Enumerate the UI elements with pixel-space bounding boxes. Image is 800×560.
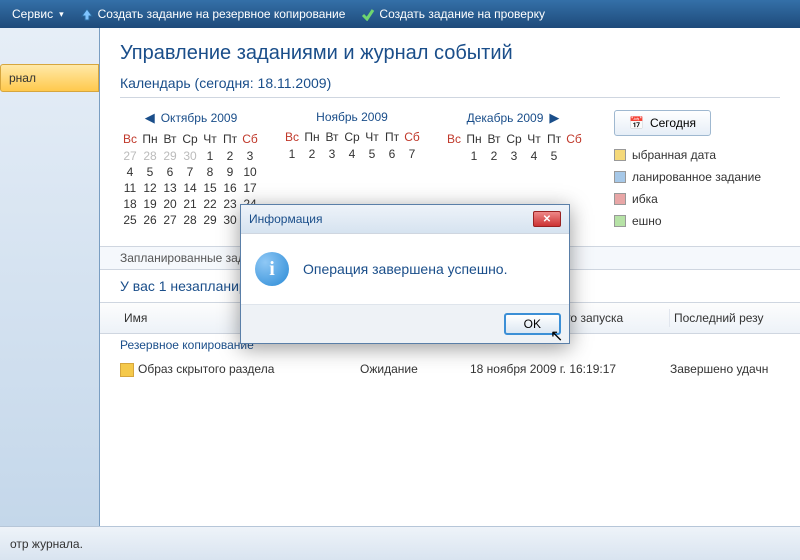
sidebar: рнал — [0, 28, 100, 526]
task-icon — [120, 363, 134, 377]
calendar-next-month: Декабрь 2009▶ ВсПнВтСрЧтПтСб 12345 — [444, 110, 584, 164]
page-title: Управление заданиями и журнал событий — [120, 42, 780, 65]
info-dialog: Информация ✕ i Операция завершена успешн… — [240, 204, 570, 344]
calendar-legend: ыбранная дата ланированное задание ибка … — [614, 148, 761, 228]
info-icon: i — [255, 252, 289, 286]
arrow-up-icon — [80, 7, 94, 21]
menu-service[interactable]: Сервис▾ — [4, 5, 72, 23]
calendar-next-button[interactable]: ▶ — [547, 110, 561, 126]
col-result[interactable]: Последний резу — [670, 309, 780, 327]
today-button[interactable]: 📅 Сегодня — [614, 110, 711, 136]
calendar-prev-month: ◀Октябрь 2009 ВсПнВтСрЧтПтСб 27282930123… — [120, 110, 260, 228]
dialog-message: Операция завершена успешно. — [303, 261, 507, 277]
dialog-title: Информация — [249, 212, 322, 226]
tab-planned[interactable]: Запланированные задан — [120, 251, 258, 265]
sidebar-tab-journal[interactable]: рнал — [0, 64, 99, 92]
calendar-icon: 📅 — [629, 116, 644, 130]
dialog-ok-button[interactable]: OK — [504, 313, 561, 335]
dialog-close-button[interactable]: ✕ — [533, 211, 561, 227]
toolbar-create-backup[interactable]: Создать задание на резервное копирование — [72, 5, 354, 23]
calendar-prev-button[interactable]: ◀ — [143, 110, 157, 126]
top-toolbar: Сервис▾ Создать задание на резервное коп… — [0, 0, 800, 28]
check-icon — [361, 7, 375, 21]
chevron-down-icon: ▾ — [59, 9, 64, 20]
task-row[interactable]: Образ скрытого раздела Ожидание 18 ноябр… — [100, 356, 800, 383]
toolbar-create-check[interactable]: Создать задание на проверку — [353, 5, 553, 23]
status-bar: отр журнала. — [0, 526, 800, 560]
calendar-current-month: Ноябрь 2009 ВсПнВтСрЧтПтСб 1234567 — [282, 110, 422, 162]
calendar-heading: Календарь (сегодня: 18.11.2009) — [120, 75, 780, 98]
